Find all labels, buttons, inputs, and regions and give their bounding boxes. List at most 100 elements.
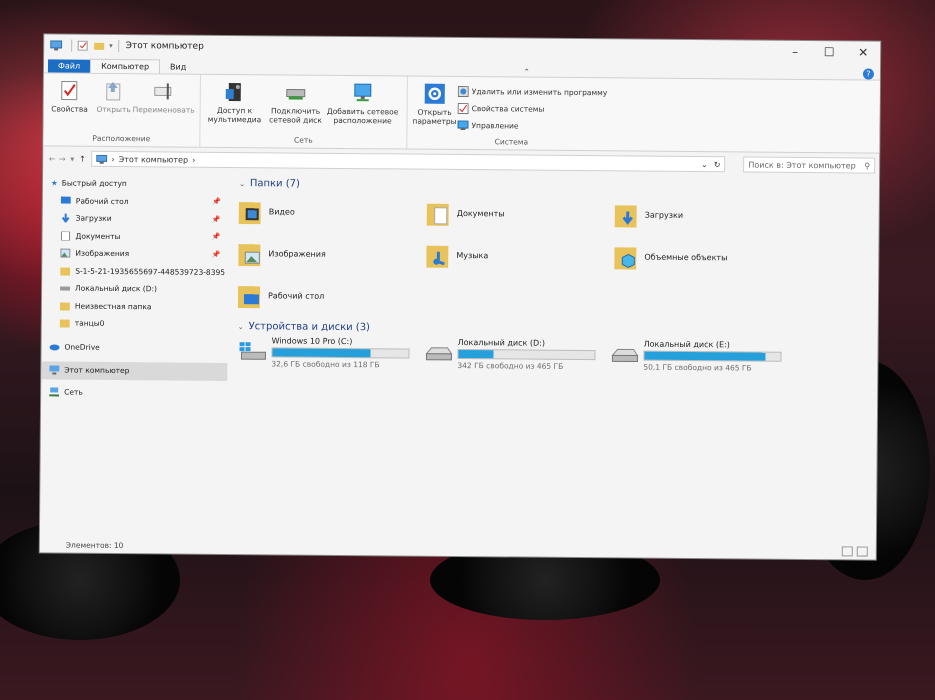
drives-section-header[interactable]: ⌄ Устройства и диски (3) xyxy=(238,321,878,338)
pin-icon[interactable]: 📌 xyxy=(212,198,221,206)
large-icons-view-icon[interactable] xyxy=(856,546,868,557)
help-icon[interactable]: ? xyxy=(862,68,874,80)
settings-gear-icon xyxy=(424,83,445,104)
back-icon[interactable]: ← xyxy=(47,154,57,163)
properties-quick-icon[interactable] xyxy=(77,40,89,51)
navigation-pane: ★ Быстрый доступ Рабочий стол 📌 Загрузки… xyxy=(40,170,229,532)
nav-item-dance-folder[interactable]: танцы0 xyxy=(42,314,228,333)
drive-item-d[interactable]: Локальный диск (D:) 342 ГБ свободно из 4… xyxy=(423,338,609,380)
ribbon: Свойства Открыть Переименовать Расположе… xyxy=(43,72,880,154)
system-properties-item[interactable]: Свойства системы xyxy=(457,100,608,118)
tab-view[interactable]: Вид xyxy=(160,60,196,73)
open-label: Открыть xyxy=(96,104,131,115)
search-placeholder: Поиск в: Этот компьютер xyxy=(748,160,856,170)
documents-folder-icon xyxy=(426,203,449,226)
drive-free-space: 50,1 ГБ свободно из 465 ГБ xyxy=(643,362,752,373)
open-settings-button[interactable]: Открыть параметры xyxy=(411,79,458,137)
minimize-button[interactable]: – xyxy=(778,45,812,59)
collapse-chevron-icon[interactable]: ⌄ xyxy=(238,323,244,331)
forward-icon[interactable]: → xyxy=(57,154,67,163)
nav-item-drive-d[interactable]: Локальный диск (D:) xyxy=(42,279,228,298)
nav-item-label: танцы0 xyxy=(74,318,105,329)
recent-locations-icon[interactable]: ▾ xyxy=(67,154,77,163)
nav-this-pc-label: Этот компьютер xyxy=(64,365,130,376)
folder-item-desktop[interactable]: Рабочий стол xyxy=(237,277,426,315)
map-network-drive-button[interactable]: Подключить сетевой диск xyxy=(264,81,326,136)
details-view-icon[interactable] xyxy=(841,546,853,557)
folder-item-pictures[interactable]: Изображения xyxy=(238,235,426,273)
nav-quick-access[interactable]: ★ Быстрый доступ xyxy=(43,174,229,193)
rename-button[interactable]: Переименовать xyxy=(133,80,195,134)
nav-this-pc[interactable]: Этот компьютер xyxy=(41,361,228,381)
network-drive-icon xyxy=(286,88,306,100)
nav-item-documents[interactable]: Документы 📌 xyxy=(42,227,228,246)
refresh-icon[interactable]: ↻ xyxy=(714,160,721,169)
folder-item-downloads[interactable]: Загрузки xyxy=(614,196,803,234)
folder-item-documents[interactable]: Документы xyxy=(426,195,615,233)
ribbon-group-system: Открыть параметры Удалить или изменить п… xyxy=(407,77,616,151)
nav-item-downloads[interactable]: Загрузки 📌 xyxy=(43,209,229,228)
add-network-location-label: Добавить сетевое расположение xyxy=(326,106,399,126)
properties-button[interactable]: Свойства xyxy=(47,79,91,133)
video-folder-icon xyxy=(238,202,261,225)
drive-icon xyxy=(60,286,71,291)
up-icon[interactable]: ↑ xyxy=(77,154,87,163)
media-access-button[interactable]: Доступ к мультимедиа xyxy=(204,81,264,136)
hard-drive-icon xyxy=(611,348,639,363)
item-count: Элементов: 10 xyxy=(65,540,124,550)
drive-name: Локальный диск (D:) xyxy=(457,337,546,348)
drive-name: Локальный диск (E:) xyxy=(643,339,730,350)
manage-icon xyxy=(457,120,469,131)
nav-item-pictures[interactable]: Изображения 📌 xyxy=(42,244,228,263)
folder-item-video[interactable]: Видео xyxy=(238,193,427,231)
star-icon: ★ xyxy=(50,178,58,188)
pictures-icon xyxy=(60,248,71,258)
quick-access-dropdown-icon[interactable]: ▾ xyxy=(109,42,113,50)
search-box[interactable]: Поиск в: Этот компьютер ⚲ xyxy=(743,156,876,174)
open-button[interactable]: Открыть xyxy=(91,80,135,134)
folder-label: Объемные объекты xyxy=(644,252,728,262)
uninstall-program-item[interactable]: Удалить или изменить программу xyxy=(457,83,608,101)
search-icon[interactable]: ⚲ xyxy=(864,161,870,170)
folders-section-header[interactable]: ⌄ Папки (7) xyxy=(239,178,879,195)
close-button[interactable]: ✕ xyxy=(846,45,880,59)
drive-item-e[interactable]: Локальный диск (E:) 50,1 ГБ свободно из … xyxy=(609,339,799,381)
nav-item-label: Локальный диск (D:) xyxy=(75,283,158,294)
maximize-button[interactable]: ☐ xyxy=(812,45,846,59)
folder-icon xyxy=(59,319,70,328)
new-folder-quick-icon[interactable] xyxy=(93,41,105,51)
address-chevron-icon-2[interactable]: › xyxy=(192,155,195,164)
nav-item-desktop[interactable]: Рабочий стол 📌 xyxy=(43,192,229,211)
add-network-location-button[interactable]: Добавить сетевое расположение xyxy=(326,82,398,137)
tab-file[interactable]: Файл xyxy=(47,59,91,73)
folder-item-3d-objects[interactable]: Объемные объекты xyxy=(614,238,802,276)
address-bar[interactable]: › Этот компьютер › ⌄ ↻ xyxy=(91,150,726,173)
ribbon-group-network: Доступ к мультимедиа Подключить сетевой … xyxy=(200,74,408,149)
properties-label: Свойства xyxy=(51,104,88,114)
address-chevron-icon[interactable]: › xyxy=(111,154,114,163)
nav-network[interactable]: Сеть xyxy=(41,383,227,402)
tab-computer[interactable]: Компьютер xyxy=(90,58,161,74)
drives-grid: Windows 10 Pro (C:) 32,6 ГБ свободно из … xyxy=(237,336,877,382)
pin-icon[interactable]: 📌 xyxy=(212,216,221,224)
folder-label: Изображения xyxy=(268,248,326,259)
folder-item-music[interactable]: Музыка xyxy=(426,237,614,275)
collapse-chevron-icon[interactable]: ⌄ xyxy=(239,180,245,188)
drive-usage-fill xyxy=(458,349,494,359)
ribbon-collapse-icon[interactable]: ⌃ xyxy=(523,68,530,77)
nav-item-sid-folder[interactable]: S-1-5-21-1935655697-448539723-8395 xyxy=(42,262,228,281)
address-dropdown-icon[interactable]: ⌄ xyxy=(701,160,708,169)
pin-icon[interactable]: 📌 xyxy=(212,251,221,259)
view-toggles xyxy=(841,546,868,557)
drive-usage-bar xyxy=(643,350,782,362)
drive-usage-fill xyxy=(272,348,371,358)
nav-onedrive[interactable]: OneDrive xyxy=(41,338,227,357)
drive-item-c[interactable]: Windows 10 Pro (C:) 32,6 ГБ свободно из … xyxy=(237,336,423,378)
pin-icon[interactable]: 📌 xyxy=(212,233,221,241)
nav-item-label: Загрузки xyxy=(75,213,112,224)
manage-item[interactable]: Управление xyxy=(457,117,607,135)
computer-icon xyxy=(50,40,63,51)
drive-usage-bar xyxy=(271,347,410,359)
nav-item-unknown-folder[interactable]: Неизвестная папка xyxy=(42,297,228,316)
pictures-folder-icon xyxy=(238,244,261,267)
